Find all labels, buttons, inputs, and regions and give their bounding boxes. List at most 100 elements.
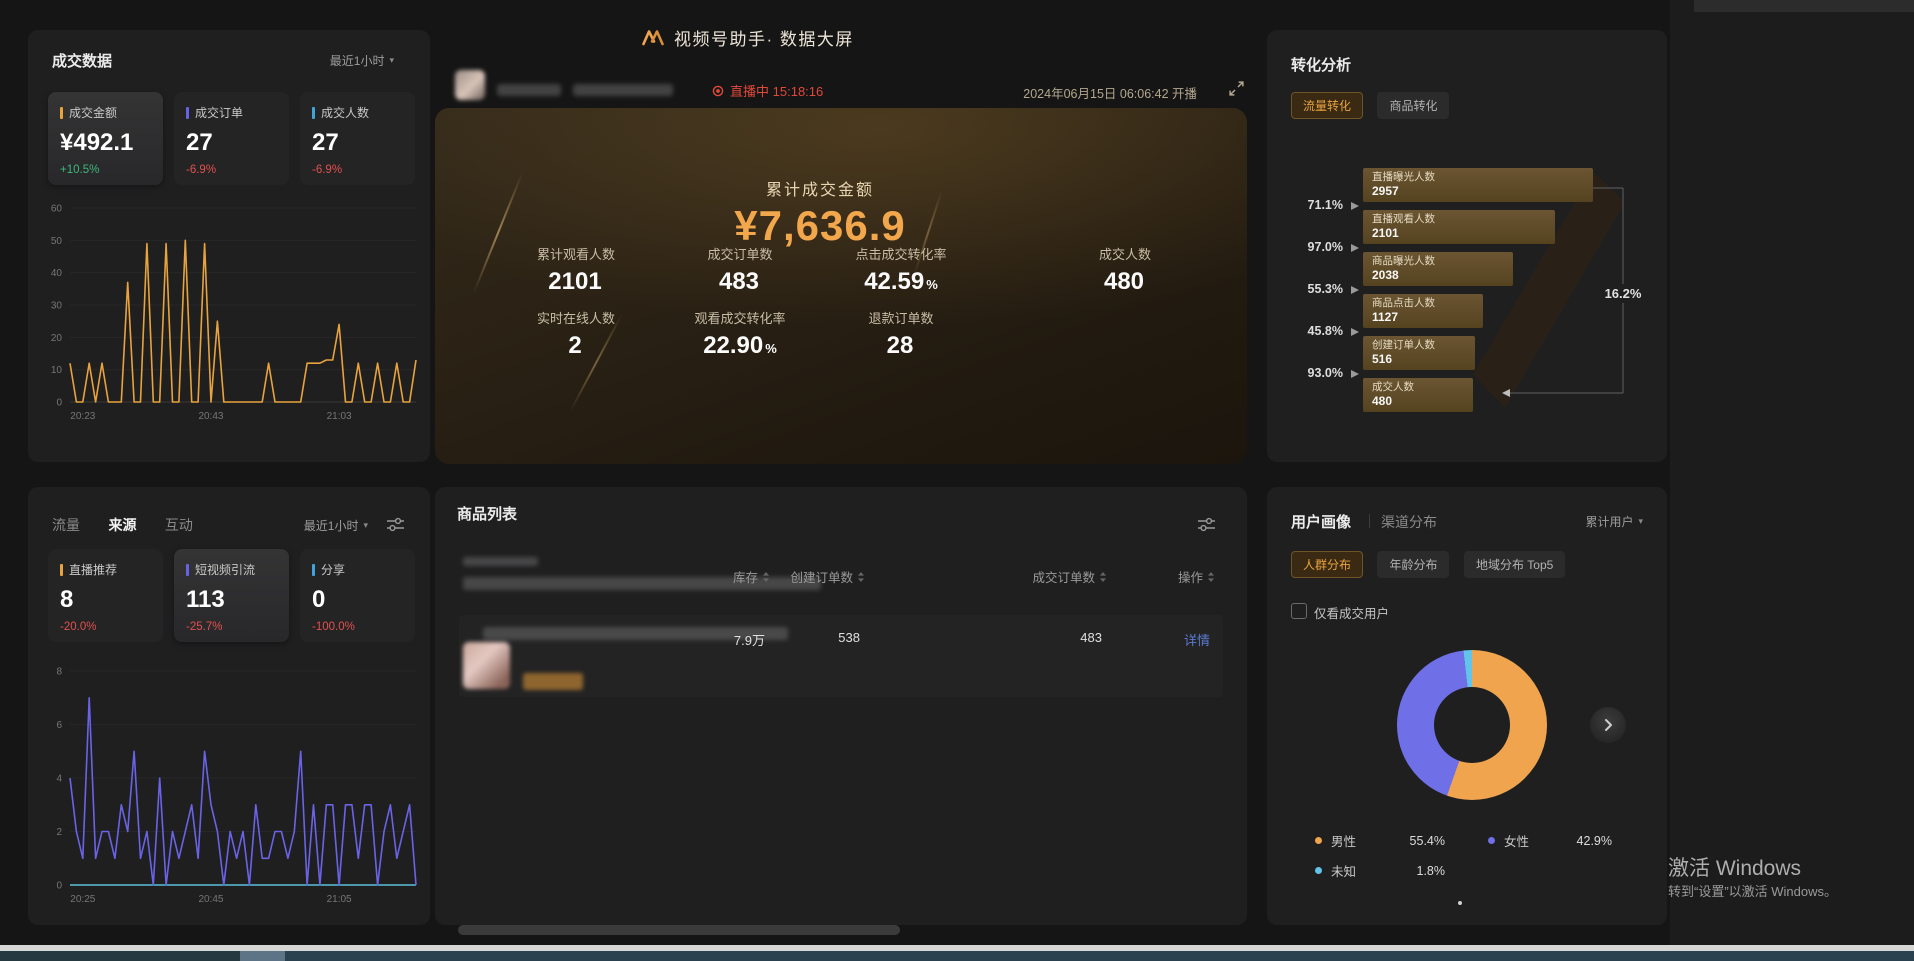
- legend-dot: [1315, 867, 1322, 874]
- hero-metric: 实时在线人数 2: [491, 308, 661, 360]
- col-header-paid-orders[interactable]: 成交订单数: [995, 567, 1107, 586]
- funnel-step-rate: 71.1%: [1281, 198, 1343, 212]
- funnel-stage: 直播观看人数 2101: [1363, 210, 1555, 244]
- series-indicator: [312, 107, 315, 119]
- tab-traffic[interactable]: 流量: [52, 517, 80, 533]
- legend-male: 男性 55.4%: [1315, 831, 1445, 850]
- chevron-right-icon: [1597, 714, 1619, 736]
- deal-panel-title: 成交数据: [52, 50, 112, 71]
- traffic-range-dropdown[interactable]: 最近1小时: [304, 517, 368, 534]
- tab-user-profile[interactable]: 用户画像: [1291, 511, 1351, 532]
- hero-metric: 累计观看人数 2101: [491, 244, 661, 296]
- series-indicator: [186, 564, 189, 576]
- funnel-stage: 直播曝光人数 2957: [1363, 168, 1593, 202]
- page-header: 视频号助手· 数据大屏: [640, 25, 854, 50]
- tab-gender-distribution[interactable]: 人群分布: [1291, 551, 1363, 578]
- product-thumbnail: [463, 642, 510, 689]
- tab-source[interactable]: 来源: [108, 517, 136, 533]
- expand-icon: [1228, 80, 1245, 97]
- svg-text:21:03: 21:03: [327, 411, 352, 422]
- conversion-panel: 转化分析 流量转化 商品转化 直播曝光人数 2957 直播观看人数 2101: [1267, 30, 1667, 462]
- series-indicator: [186, 107, 189, 119]
- right-margin: [1670, 0, 1914, 945]
- deal-card-orders[interactable]: 成交订单 27 -6.9%: [174, 92, 289, 185]
- svg-text:30: 30: [51, 301, 63, 312]
- conversion-tabs: 流量转化 商品转化: [1291, 92, 1459, 119]
- funnel-stage: 商品曝光人数 2038: [1363, 252, 1513, 286]
- dashboard-screen: 视频号助手· 数据大屏 直播中 15:18:16 2024年06月15日 06:…: [0, 0, 1914, 961]
- svg-text:40: 40: [51, 268, 63, 279]
- traffic-tabs: 流量 来源 互动: [52, 515, 217, 535]
- horizontal-scrollbar[interactable]: [458, 925, 900, 935]
- products-filter-button[interactable]: [1198, 517, 1215, 532]
- deal-card-buyers[interactable]: 成交人数 27 -6.9%: [300, 92, 415, 185]
- next-page-button[interactable]: [1590, 707, 1626, 743]
- redacted-account-name: [497, 84, 561, 96]
- taskbar-scroll-thumb[interactable]: [240, 951, 285, 961]
- page-title: 视频号助手· 数据大屏: [674, 25, 854, 50]
- deal-range-dropdown[interactable]: 最近1小时: [330, 52, 394, 69]
- tab-interaction[interactable]: 互动: [165, 517, 193, 533]
- hero-metric: 观看成交转化率 22.90%: [655, 308, 825, 360]
- series-indicator: [60, 564, 63, 576]
- funnel-step-rate: 97.0%: [1281, 240, 1343, 254]
- cell-paid-orders: 483: [995, 630, 1102, 645]
- deal-trend-chart: 010203040506020:2320:4321:03: [40, 198, 422, 426]
- live-dot-icon: [712, 85, 724, 97]
- series-indicator: [60, 107, 63, 119]
- traffic-filter-button[interactable]: [387, 517, 404, 532]
- funnel-step-rate: 45.8%: [1281, 324, 1343, 338]
- redacted-header-text: [463, 557, 538, 566]
- svg-text:60: 60: [51, 204, 63, 215]
- funnel-step-rate: 55.3%: [1281, 282, 1343, 296]
- svg-text:0: 0: [56, 398, 62, 409]
- svg-text:8: 8: [56, 667, 62, 678]
- tab-channel-distribution[interactable]: 渠道分布: [1381, 512, 1437, 532]
- cell-created-orders: 538: [755, 630, 860, 645]
- detail-link[interactable]: 详情: [1140, 630, 1210, 649]
- hero-metric: 退款订单数 28: [816, 308, 986, 360]
- svg-text:21:05: 21:05: [327, 894, 352, 905]
- user-range-dropdown[interactable]: 累计用户: [1585, 513, 1643, 530]
- traffic-card-live-reco[interactable]: 直播推荐 8 -20.0%: [48, 549, 163, 642]
- svg-text:20:23: 20:23: [70, 411, 95, 422]
- legend-dot: [1488, 837, 1495, 844]
- user-profile-panel: 用户画像 渠道分布 累计用户 人群分布 年龄分布 地域分布 Top5 仅看成交用…: [1267, 487, 1667, 925]
- windows-watermark-subtitle: 转到“设置”以激活 Windows。: [1668, 881, 1837, 900]
- gender-donut-chart: [1397, 650, 1547, 800]
- taskbar-scroll-track-right: [285, 951, 1914, 961]
- paid-users-only-checkbox[interactable]: [1291, 603, 1307, 619]
- live-status-badge: 直播中 15:18:16: [712, 81, 823, 100]
- tab-age-distribution[interactable]: 年龄分布: [1377, 551, 1449, 578]
- traffic-card-share[interactable]: 分享 0 -100.0%: [300, 549, 415, 642]
- traffic-card-short-video[interactable]: 短视频引流 113 -25.7%: [174, 549, 289, 642]
- traffic-panel: 流量 来源 互动 最近1小时 直播推荐 8 -20.0% 短视频引流 113 -…: [28, 487, 430, 925]
- funnel-overall-rate: 16.2%: [1597, 284, 1649, 303]
- svg-text:20:25: 20:25: [70, 894, 95, 905]
- sort-icon: [1207, 571, 1215, 583]
- col-header-created-orders[interactable]: 创建订单数: [755, 567, 865, 586]
- carousel-dot[interactable]: [1458, 901, 1462, 905]
- funnel-stage: 成交人数 480: [1363, 378, 1473, 412]
- funnel-step-rate: 93.0%: [1281, 366, 1343, 380]
- live-status-text: 直播中 15:18:16: [730, 81, 823, 100]
- svg-text:0: 0: [56, 881, 62, 892]
- svg-text:20: 20: [51, 333, 63, 344]
- hero-amount: ¥7,636.9: [435, 202, 1205, 250]
- funnel-stage: 创建订单人数 516: [1363, 336, 1475, 370]
- svg-text:20:45: 20:45: [198, 894, 223, 905]
- col-header-action[interactable]: 操作: [1140, 567, 1215, 586]
- channels-logo-icon: [640, 27, 666, 49]
- conversion-panel-title: 转化分析: [1291, 54, 1351, 75]
- tab-product-conversion[interactable]: 商品转化: [1377, 92, 1449, 119]
- funnel-stage: 商品点击人数 1127: [1363, 294, 1483, 328]
- sort-icon: [1099, 571, 1107, 583]
- svg-text:20:43: 20:43: [198, 411, 223, 422]
- donut-hole: [1434, 687, 1510, 763]
- tab-region-distribution[interactable]: 地域分布 Top5: [1464, 551, 1565, 578]
- fullscreen-button[interactable]: [1228, 80, 1245, 97]
- tab-traffic-conversion[interactable]: 流量转化: [1291, 92, 1363, 119]
- deal-card-amount[interactable]: 成交金额 ¥492.1 +10.5%: [48, 92, 163, 185]
- hero-metric: 成交订单数 483: [655, 244, 825, 296]
- legend-unknown: 未知 1.8%: [1315, 861, 1445, 880]
